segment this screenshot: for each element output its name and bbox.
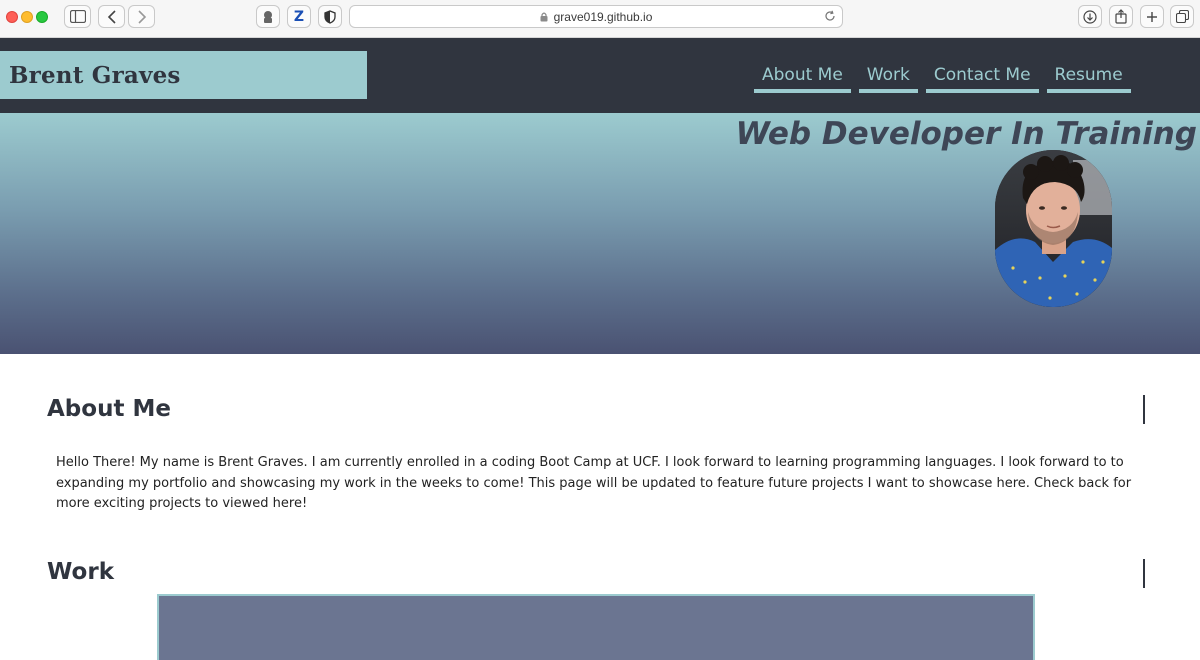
profile-photo: [995, 150, 1112, 307]
forward-button[interactable]: [128, 5, 155, 28]
brand-banner: Brent Graves: [0, 51, 367, 99]
main-nav: About Me Work Contact Me Resume: [754, 64, 1139, 93]
work-divider: [1143, 559, 1145, 588]
work-project-card[interactable]: [157, 594, 1035, 660]
privacy-shield-button[interactable]: [318, 5, 342, 28]
new-tab-icon: [1146, 11, 1158, 23]
site-header: Brent Graves About Me Work Contact Me Re…: [0, 38, 1200, 113]
back-button[interactable]: [98, 5, 125, 28]
forward-icon: [137, 9, 147, 24]
about-paragraph: Hello There! My name is Brent Graves. I …: [56, 455, 1132, 511]
downloads-button[interactable]: [1078, 5, 1102, 28]
address-bar[interactable]: grave019.github.io: [349, 5, 843, 28]
extension-button[interactable]: [256, 5, 280, 28]
zoom-window-button[interactable]: [36, 11, 48, 23]
url-text: grave019.github.io: [553, 9, 653, 24]
about-heading: About Me: [47, 396, 171, 422]
new-tab-button[interactable]: [1140, 5, 1164, 28]
nav-link-work[interactable]: Work: [858, 64, 918, 93]
nav-link-resume[interactable]: Resume: [1046, 64, 1131, 93]
zotero-button[interactable]: Z: [287, 5, 311, 28]
zotero-icon: Z: [293, 8, 305, 25]
sidebar-icon: [69, 10, 86, 23]
work-heading: Work: [47, 559, 114, 585]
brand-name: Brent Graves: [9, 61, 181, 89]
hero-tagline: Web Developer In Training: [735, 116, 1197, 152]
tabs-icon: [1175, 10, 1189, 23]
download-icon: [1083, 9, 1097, 24]
share-icon: [1115, 9, 1127, 24]
browser-toolbar: Z grave019.github.io: [0, 0, 1200, 38]
nav-link-contact-me[interactable]: Contact Me: [925, 64, 1039, 93]
nav-link-about-me[interactable]: About Me: [754, 64, 851, 93]
back-icon: [107, 9, 117, 24]
reload-icon[interactable]: [824, 10, 836, 25]
close-window-button[interactable]: [6, 11, 18, 23]
share-button[interactable]: [1109, 5, 1133, 28]
hero-section: Web Developer In Training: [0, 113, 1200, 354]
sidebar-toggle-button[interactable]: [64, 5, 91, 28]
lock-icon: [540, 12, 548, 22]
tab-overview-button[interactable]: [1170, 5, 1194, 28]
shield-icon: [324, 9, 336, 24]
about-divider: [1143, 395, 1145, 424]
minimize-window-button[interactable]: [21, 11, 33, 23]
extension-icon: [261, 10, 275, 24]
